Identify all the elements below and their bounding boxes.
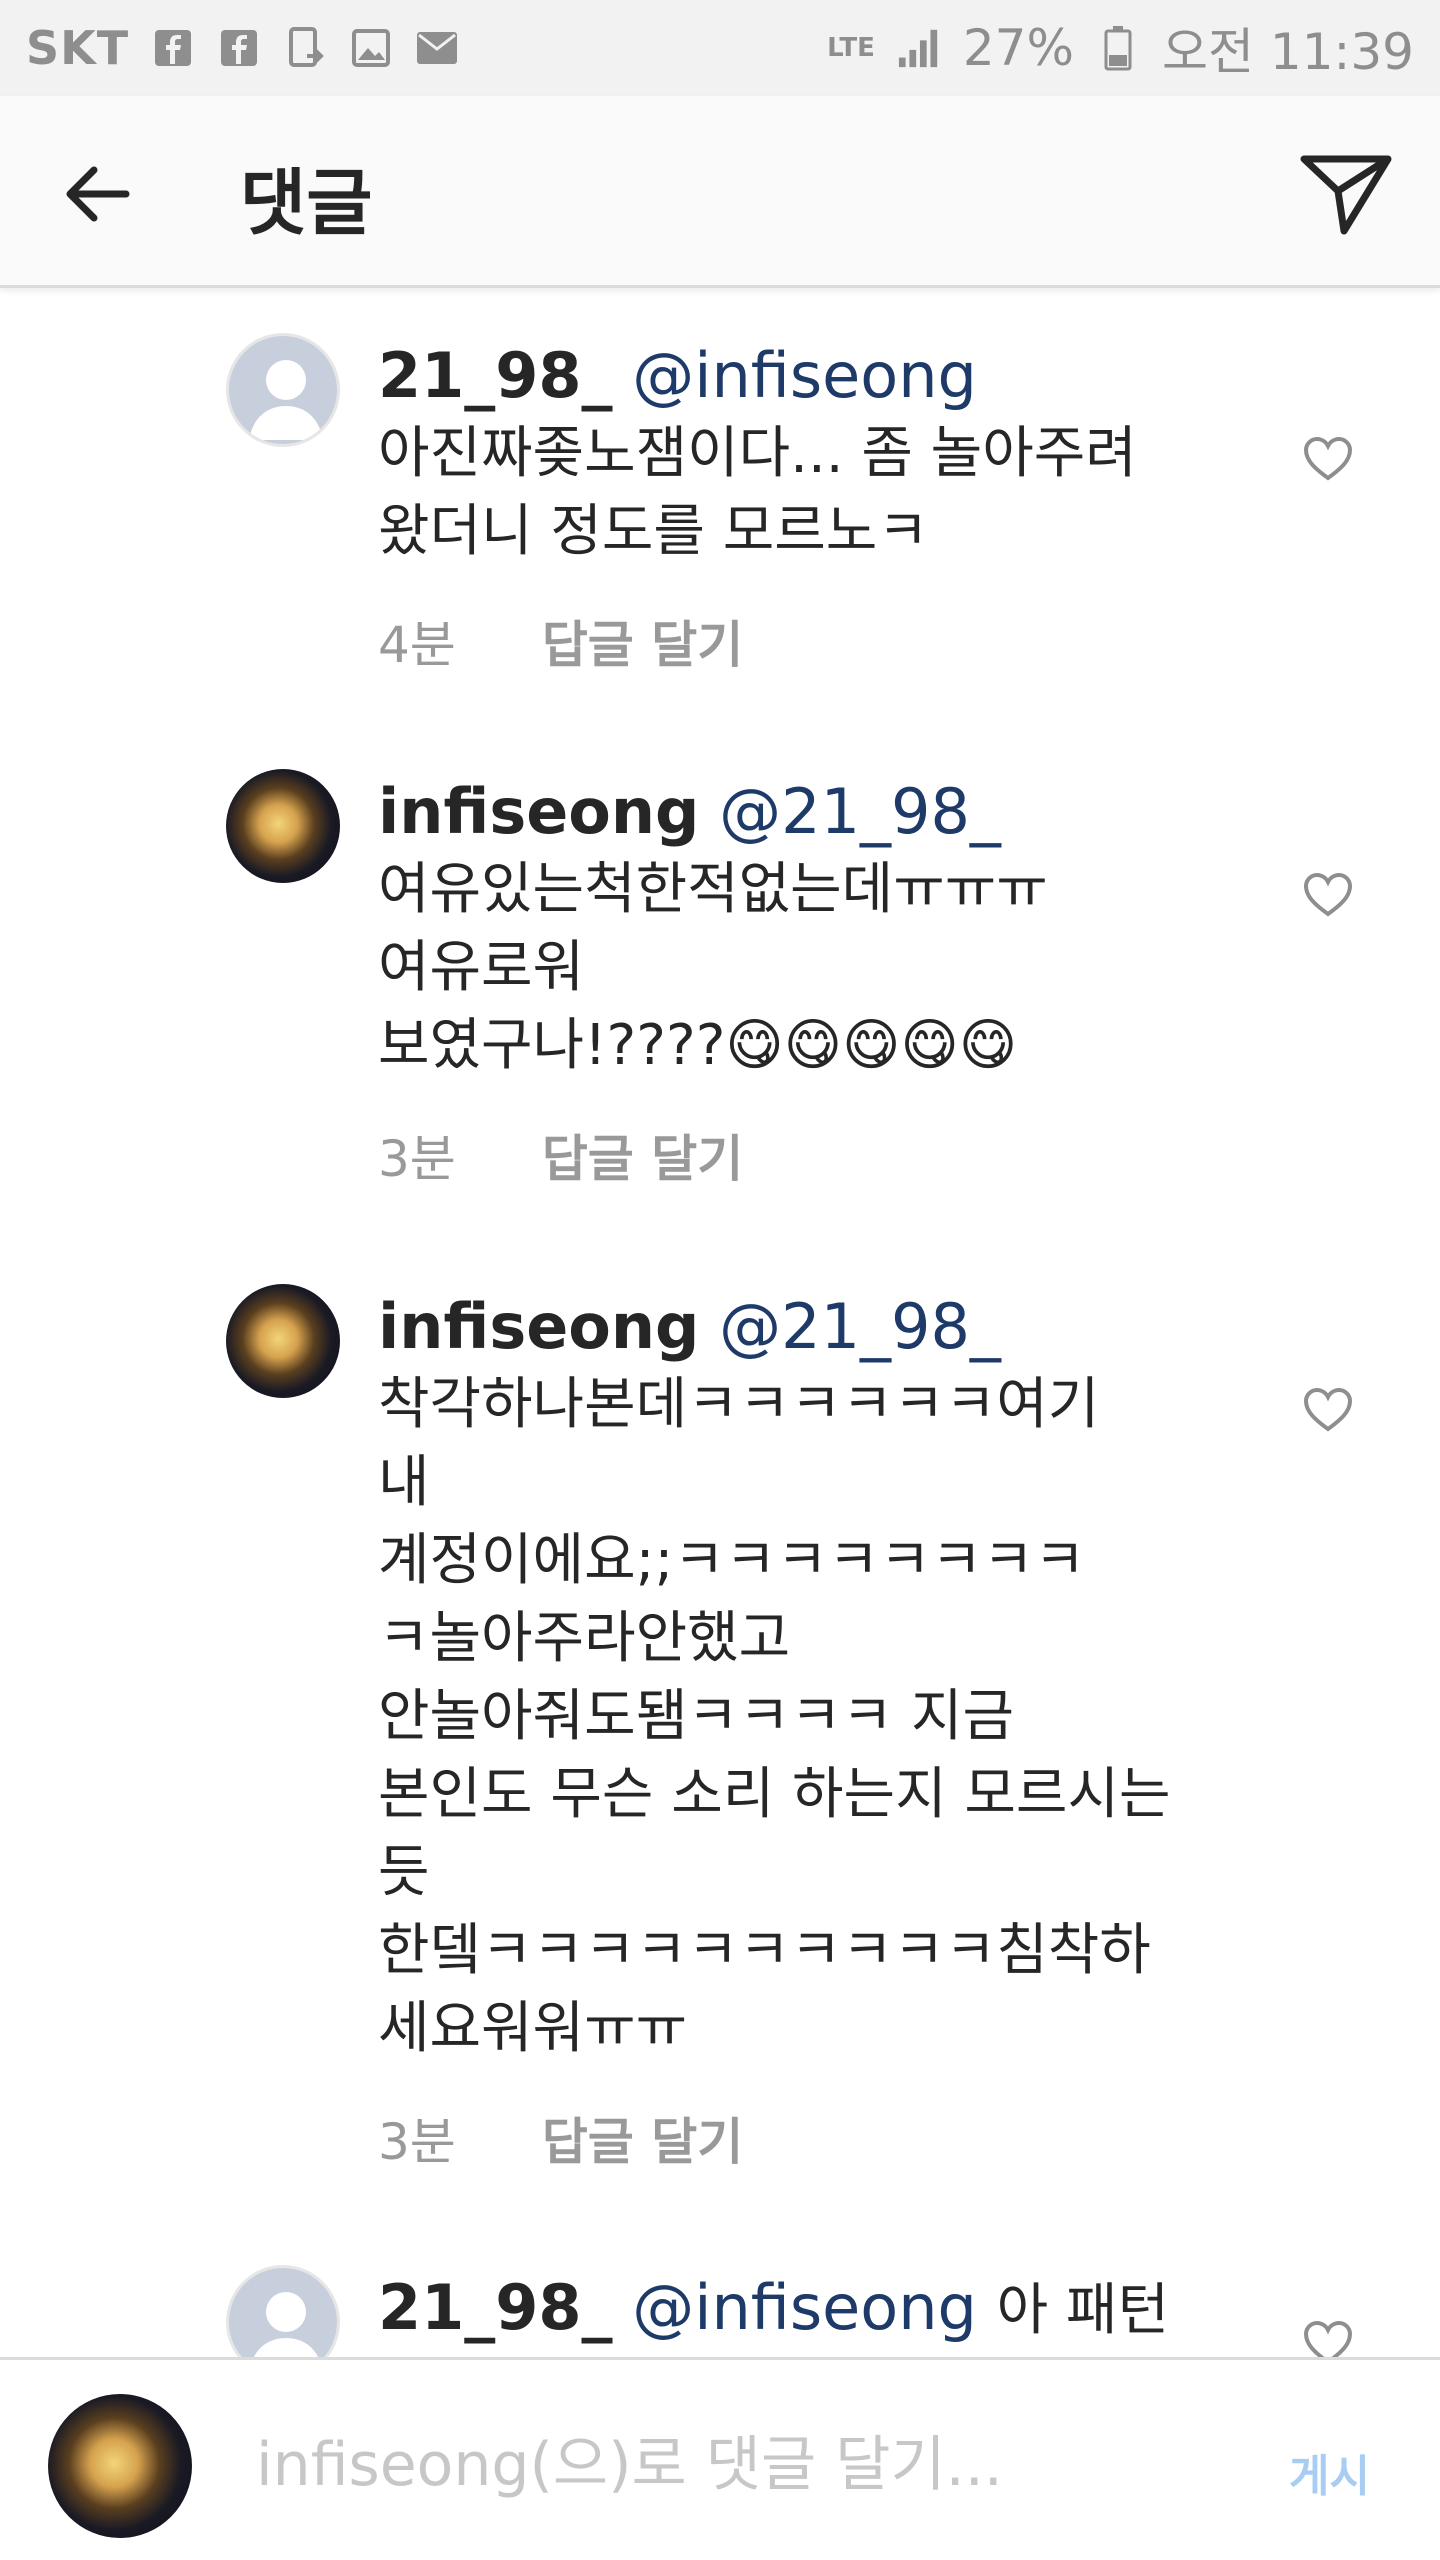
clock: 오전 11:39 [1162, 23, 1414, 81]
like-button[interactable] [1298, 1382, 1358, 1438]
comment-mention[interactable]: @infiseong [632, 2271, 977, 2344]
comment-list[interactable]: 21_98_ @infiseong 아진짜좆노잼이다... 좀 놀아주려 왔더니… [0, 291, 1440, 2357]
post-button[interactable]: 게시 [1289, 2440, 1370, 2504]
avatar[interactable] [226, 769, 340, 883]
page-title: 댓글 [240, 161, 373, 245]
status-bar: SKT LTE 27% 오전 11:39 [0, 0, 1440, 96]
default-avatar-icon [253, 2292, 319, 2357]
avatar[interactable] [226, 1284, 340, 1398]
reply-button[interactable]: 답글 달기 [542, 2102, 743, 2174]
comment-time: 4분 [378, 616, 456, 674]
like-button[interactable] [1298, 867, 1358, 923]
reply-button[interactable]: 답글 달기 [542, 1119, 743, 1191]
comment-header: 21_98_ @infiseong [378, 337, 1258, 415]
comment-time: 3분 [378, 1130, 456, 1188]
status-right: LTE 27% 오전 11:39 [827, 12, 1414, 84]
comment-input[interactable] [256, 2410, 1196, 2520]
status-left: SKT [26, 21, 459, 75]
paper-plane-icon [1300, 155, 1392, 235]
arrow-left-icon [66, 166, 130, 222]
phone-transfer-icon [283, 26, 327, 70]
comment-body: 21_98_ @infiseong 아진짜좆노잼이다... 좀 놀아주려 왔더니… [378, 337, 1258, 677]
mail-icon [415, 26, 459, 70]
comment-mention[interactable]: @21_98_ [719, 1290, 1001, 1363]
image-icon [349, 26, 393, 70]
comment-header: 21_98_ @infiseong 아 패턴 [378, 2269, 1258, 2350]
comment-meta: 3분 답글 달기 [378, 1119, 1258, 1191]
comment-username[interactable]: 21_98_ [378, 339, 613, 412]
battery-icon [1096, 26, 1140, 71]
network-label: LTE [827, 33, 875, 63]
comment-time: 3분 [378, 2113, 456, 2171]
comment-text: 착각하나본데ㅋㅋㅋㅋㅋㅋ여기 내 계정이에요;;ㅋㅋㅋㅋㅋㅋㅋㅋ ㅋ놀아주라안했… [378, 1372, 1171, 2061]
comment-username[interactable]: infiseong [378, 775, 699, 848]
comment-body: 21_98_ @infiseong 아 패턴 [378, 2269, 1258, 2350]
comment-username[interactable]: infiseong [378, 1290, 699, 1363]
comment-username[interactable]: 21_98_ [378, 2271, 613, 2344]
avatar[interactable] [226, 333, 340, 447]
comment-body: infiseong @21_98_ 여유있는척한적없는데ㅠㅠㅠ 여유로워 보였구… [378, 773, 1258, 1191]
battery-percent: 27% [962, 19, 1074, 77]
comment-header: infiseong @21_98_ [378, 1288, 1258, 1366]
comment-mention[interactable]: @infiseong [632, 339, 977, 412]
comment-mention[interactable]: @21_98_ [719, 775, 1001, 848]
heart-icon [1303, 2320, 1353, 2357]
comment-text: 아진짜좆노잼이다... 좀 놀아주려 왔더니 정도를 모르노ㅋ [378, 421, 1137, 564]
avatar [48, 2394, 192, 2538]
back-button[interactable] [56, 154, 136, 234]
heart-icon [1303, 1387, 1353, 1432]
default-avatar-icon [249, 360, 323, 440]
facebook-icon [151, 26, 195, 70]
like-button[interactable] [1298, 2315, 1358, 2357]
reply-button[interactable]: 답글 달기 [542, 605, 743, 677]
avatar[interactable] [226, 2265, 340, 2357]
heart-icon [1303, 872, 1353, 917]
comment-meta: 3분 답글 달기 [378, 2102, 1258, 2174]
share-button[interactable] [1296, 146, 1396, 242]
comment-composer: 게시 [0, 2357, 1440, 2560]
comment-header: infiseong @21_98_ [378, 773, 1258, 851]
like-button[interactable] [1298, 431, 1358, 487]
app-bar: 댓글 [0, 96, 1440, 288]
comment-text: 여유있는척한적없는데ㅠㅠㅠ 여유로워 보였구나!????😋😋😋😋😋 [378, 857, 1048, 1078]
comment-body: infiseong @21_98_ 착각하나본데ㅋㅋㅋㅋㅋㅋ여기 내 계정이에요… [378, 1288, 1258, 2174]
signal-icon [897, 26, 941, 70]
heart-icon [1303, 436, 1353, 481]
comment-meta: 4분 답글 달기 [378, 605, 1258, 677]
facebook-icon [217, 26, 261, 70]
comment-text: 아 패턴 [996, 2278, 1169, 2343]
carrier-label: SKT [26, 21, 130, 75]
